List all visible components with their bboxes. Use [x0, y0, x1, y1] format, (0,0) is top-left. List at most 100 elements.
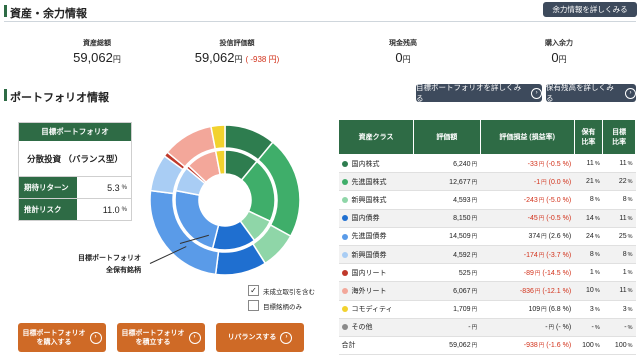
rebalance-button[interactable]: リバランスする › [216, 323, 304, 352]
asset-class-table: 資産クラス 評価額 評価損益 (損益率) 保有 比率 目標 比率 国内株式 6,240円 -… [337, 119, 636, 355]
total-label-cell: 合計 [338, 336, 414, 355]
profit-loss-cell: 374円 (2.6 %) [480, 227, 575, 246]
section-marker [4, 89, 7, 101]
holding-ratio-cell: 11% [574, 154, 603, 174]
amount-cell: 12,677円 [413, 172, 481, 192]
holding-ratio-cell: 8% [574, 245, 603, 265]
checkbox-checked-icon[interactable]: ✓ [248, 285, 259, 296]
table-row: 海外リート 6,067円 -836円 (-12.1 %) 10% 11% [338, 281, 636, 301]
outer-ring-label: 目標ポートフォリオ [78, 255, 141, 262]
holding-ratio-cell: 3% [574, 300, 603, 319]
table-row: 先進国株式 12,677円 -1円 (0.0 %) 21% 22% [338, 172, 636, 192]
asset-class-cell: 国内リート [338, 263, 414, 283]
rebalance-label: リバランスする [227, 334, 277, 341]
estimated-risk-value: 11.0% [102, 204, 127, 215]
summary-value: 0円 [551, 50, 567, 65]
profit-loss-cell: -45円 (-0.5 %) [480, 209, 575, 228]
legend-dot-icon [341, 306, 348, 313]
amount-cell: 1,709円 [413, 300, 481, 319]
target-ratio-cell: 11% [602, 281, 636, 301]
target-ratio-cell: 11% [602, 154, 636, 174]
inner-ring-label: 全保有銘柄 [106, 267, 141, 274]
total-target-cell: 100% [602, 336, 636, 355]
profit-loss-cell: -1円 (0.0 %) [480, 172, 575, 192]
table-row: 新興国株式 4,593円 -243円 (-5.0 %) 8% 8% [338, 190, 636, 210]
summary-label: 購入余力 [545, 40, 573, 47]
total-row: 合計 59,062円 -938円 (-1.6 %) 100% 100% [338, 336, 636, 355]
table-row: コモディティ 1,709円 109円 (6.8 %) 3% 3% [338, 300, 636, 319]
buying-power-detail-button[interactable]: 余力情報を詳しくみる [543, 2, 637, 17]
buy-target-portfolio-label: 目標ポートフォリオ を購入する [22, 329, 86, 346]
legend-dot-icon [341, 215, 348, 222]
table-row: その他 -円 -円 (- %) -% -% [338, 318, 636, 337]
target-portfolio-header: 目標ポートフォリオ [19, 123, 131, 141]
legend-dot-icon [341, 288, 348, 295]
profit-loss-cell: -836円 (-12.1 %) [480, 281, 575, 301]
profit-loss-cell: -33円 (-0.5 %) [480, 154, 575, 174]
chevron-right-icon: › [280, 331, 293, 344]
table-row: 先進国債券 14,509円 374円 (2.6 %) 24% 25% [338, 227, 636, 246]
target-ratio-cell: 1% [602, 263, 636, 283]
target-only-label: 目標銘柄のみ [263, 303, 302, 311]
holding-ratio-cell: 8% [574, 190, 603, 210]
asset-class-cell: 国内株式 [338, 154, 414, 174]
allocation-donut-chart [150, 124, 300, 276]
estimated-risk-row: 推計リスク 11.0% [19, 198, 131, 220]
holding-ratio-cell: 14% [574, 209, 603, 228]
expected-return-label: 期待リターン [19, 177, 77, 198]
target-only-option[interactable]: 目標銘柄のみ [248, 300, 302, 311]
legend-dot-icon [341, 269, 348, 276]
column-header: 評価額 [413, 119, 481, 155]
holdings-detail-button[interactable]: 保有残高を詳しくみる › [546, 83, 636, 103]
column-header: 目標 比率 [602, 119, 636, 155]
accumulate-target-portfolio-button[interactable]: 目標ポートフォリオ を積立する › [117, 323, 205, 352]
holdings-detail-label: 保有残高を詳しくみる [546, 83, 614, 103]
legend-dot-icon [341, 197, 348, 204]
legend-dot-icon [341, 178, 348, 185]
profit-loss-cell: 109円 (6.8 %) [480, 300, 575, 319]
legend-dot-icon [341, 160, 348, 167]
target-portfolio-detail-button[interactable]: 目標ポートフォリオを詳しくみる › [416, 83, 542, 103]
section-marker [4, 5, 7, 17]
column-header: 保有 比率 [573, 119, 604, 155]
chevron-right-icon: › [89, 331, 102, 344]
chevron-right-icon: › [188, 331, 201, 344]
asset-class-cell: 先進国株式 [338, 172, 414, 192]
legend-dot-icon [341, 324, 348, 331]
portfolio-section-title: ポートフォリオ情報 [10, 92, 109, 104]
amount-cell: 525円 [413, 263, 481, 283]
amount-cell: 8,150円 [413, 209, 481, 228]
holding-ratio-cell: 10% [574, 281, 603, 301]
checkbox-unchecked-icon[interactable] [248, 300, 259, 311]
accumulate-target-portfolio-label: 目標ポートフォリオ を積立する [121, 329, 185, 346]
chevron-right-icon: › [625, 87, 636, 99]
holding-ratio-cell: -% [574, 318, 603, 337]
target-portfolio-card: 目標ポートフォリオ 分散投資 （バランス型） 期待リターン 5.3% 推計リスク… [18, 122, 132, 221]
buy-target-portfolio-button[interactable]: 目標ポートフォリオ を購入する › [18, 323, 106, 352]
include-pending-option[interactable]: ✓ 未成立取引を含む [248, 285, 315, 296]
target-ratio-cell: 11% [602, 209, 636, 228]
asset-class-cell: 海外リート [338, 281, 414, 301]
table-row: 国内株式 6,240円 -33円 (-0.5 %) 11% 11% [338, 154, 636, 174]
table-header-row: 資産クラス 評価額 評価損益 (損益率) 保有 比率 目標 比率 [337, 119, 636, 155]
legend-dot-icon [341, 251, 348, 258]
asset-class-cell: 新興国株式 [338, 190, 414, 210]
summary-value: 0円 [395, 50, 411, 65]
amount-cell: -円 [413, 318, 481, 337]
profit-loss-cell: -89円 (-14.5 %) [480, 263, 575, 283]
amount-cell: 14,509円 [413, 227, 481, 246]
holding-ratio-cell: 24% [574, 227, 603, 246]
asset-class-cell: 国内債券 [338, 209, 414, 228]
summary-label: 現金残高 [389, 40, 417, 47]
asset-class-cell: 新興国債券 [338, 245, 414, 265]
target-portfolio-detail-label: 目標ポートフォリオを詳しくみる [416, 83, 522, 103]
table-row: 国内リート 525円 -89円 (-14.5 %) 1% 1% [338, 263, 636, 283]
amount-cell: 6,240円 [413, 154, 481, 174]
table-row: 国内債券 8,150円 -45円 (-0.5 %) 14% 11% [338, 209, 636, 228]
portfolio-section-header: ポートフォリオ情報 [0, 86, 640, 106]
column-header: 評価損益 (損益率) [479, 119, 575, 155]
profit-loss-cell: -円 (- %) [480, 318, 575, 337]
section-divider [4, 21, 636, 22]
chevron-right-icon: › [531, 87, 542, 99]
target-ratio-cell: 25% [602, 227, 636, 246]
